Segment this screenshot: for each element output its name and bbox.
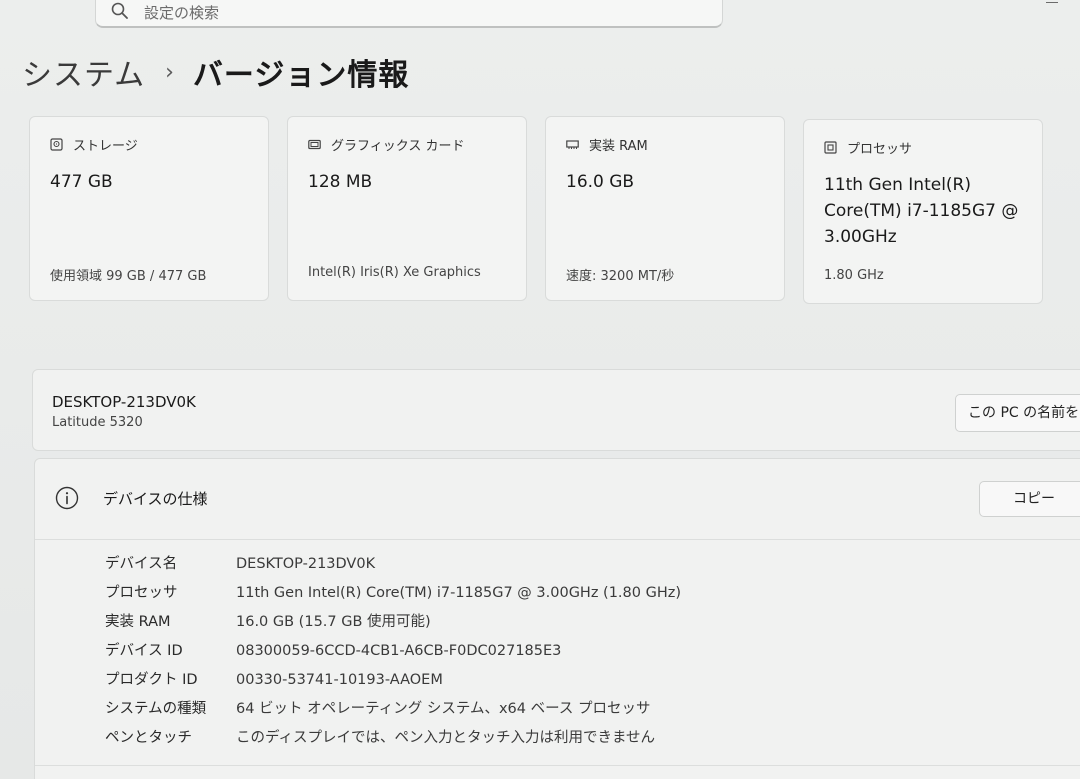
spec-label: システムの種類 bbox=[105, 701, 207, 717]
ram-value: 16.0 GB bbox=[566, 172, 635, 192]
storage-value: 477 GB bbox=[50, 172, 113, 192]
graphics-card: グラフィックス カード 128 MB Intel(R) Iris(R) Xe G… bbox=[287, 116, 527, 301]
breadcrumb-chevron-icon: › bbox=[165, 59, 175, 85]
spec-value: 08300059-6CCD-4CB1-A6CB-F0DC027185E3 bbox=[236, 643, 562, 659]
spec-row-system-type: システムの種類 64 ビット オペレーティング システム、x64 ベース プロセ… bbox=[105, 696, 651, 722]
search-icon bbox=[111, 2, 128, 19]
breadcrumb: システム › バージョン情報 bbox=[22, 50, 409, 94]
processor-value: 11th Gen Intel(R) Core(TM) i7-1185G7 @ 3… bbox=[824, 175, 1019, 247]
page-title: バージョン情報 bbox=[192, 58, 410, 93]
spec-value: 16.0 GB (15.7 GB 使用可能) bbox=[236, 614, 431, 630]
ram-speed: 速度: 3200 MT/秒 bbox=[566, 269, 675, 284]
storage-card: ストレージ 477 GB 使用領域 99 GB / 477 GB bbox=[29, 116, 269, 301]
device-name: DESKTOP-213DV0K bbox=[52, 393, 196, 411]
spec-value: 00330-53741-10193-AAOEM bbox=[236, 672, 443, 688]
ram-label: 実装 RAM bbox=[589, 139, 648, 154]
ram-icon bbox=[566, 140, 579, 149]
minimize-icon[interactable] bbox=[1046, 2, 1058, 3]
storage-icon bbox=[50, 138, 63, 151]
divider bbox=[35, 765, 1080, 766]
processor-card: プロセッサ 11th Gen Intel(R) Core(TM) i7-1185… bbox=[803, 119, 1043, 304]
spec-label: デバイス名 bbox=[105, 556, 178, 572]
graphics-card-icon bbox=[308, 139, 321, 150]
spec-label: プロダクト ID bbox=[105, 672, 198, 688]
graphics-model: Intel(R) Iris(R) Xe Graphics bbox=[308, 265, 481, 280]
device-specs-title: デバイスの仕様 bbox=[103, 490, 208, 508]
spec-row-ram: 実装 RAM 16.0 GB (15.7 GB 使用可能) bbox=[105, 609, 431, 635]
device-specs-panel: デバイスの仕様 コピー デバイス名 DESKTOP-213DV0K プロセッサ … bbox=[34, 458, 1080, 779]
spec-value: このディスプレイでは、ペン入力とタッチ入力は利用できません bbox=[236, 730, 656, 746]
ram-card: 実装 RAM 16.0 GB 速度: 3200 MT/秒 bbox=[545, 116, 785, 301]
spec-value: 64 ビット オペレーティング システム、x64 ベース プロセッサ bbox=[236, 701, 651, 717]
graphics-label: グラフィックス カード bbox=[331, 139, 465, 154]
spec-row-device-id: デバイス ID 08300059-6CCD-4CB1-A6CB-F0DC0271… bbox=[105, 638, 561, 664]
rename-pc-button[interactable]: この PC の名前を bbox=[955, 394, 1080, 432]
settings-about-page: 設定の検索 システム › バージョン情報 ストレージ 477 GB 使用領域 9… bbox=[0, 0, 1080, 779]
processor-icon bbox=[824, 141, 837, 154]
search-box[interactable]: 設定の検索 bbox=[95, 0, 723, 28]
storage-usage: 使用領域 99 GB / 477 GB bbox=[50, 269, 207, 284]
spec-label: デバイス ID bbox=[105, 643, 183, 659]
spec-label: 実装 RAM bbox=[105, 614, 171, 630]
storage-label: ストレージ bbox=[73, 139, 138, 154]
search-placeholder: 設定の検索 bbox=[144, 4, 220, 22]
processor-speed: 1.80 GHz bbox=[824, 268, 884, 283]
spec-label: プロセッサ bbox=[105, 585, 178, 601]
device-name-panel: DESKTOP-213DV0K Latitude 5320 この PC の名前を bbox=[32, 369, 1080, 451]
spec-value: 11th Gen Intel(R) Core(TM) i7-1185G7 @ 3… bbox=[236, 585, 682, 601]
spec-row-device-name: デバイス名 DESKTOP-213DV0K bbox=[105, 551, 375, 577]
processor-label: プロセッサ bbox=[847, 142, 913, 157]
breadcrumb-system[interactable]: システム bbox=[22, 50, 145, 94]
spec-row-product-id: プロダクト ID 00330-53741-10193-AAOEM bbox=[105, 667, 443, 693]
copy-button[interactable]: コピー bbox=[979, 481, 1080, 517]
graphics-value: 128 MB bbox=[308, 172, 373, 192]
spec-row-pen-touch: ペンとタッチ このディスプレイでは、ペン入力とタッチ入力は利用できません bbox=[105, 725, 655, 751]
device-specs-header[interactable]: デバイスの仕様 コピー bbox=[35, 459, 1080, 540]
spec-row-processor: プロセッサ 11th Gen Intel(R) Core(TM) i7-1185… bbox=[105, 580, 681, 606]
spec-value: DESKTOP-213DV0K bbox=[236, 556, 376, 572]
spec-label: ペンとタッチ bbox=[105, 730, 192, 746]
info-icon bbox=[55, 486, 79, 510]
device-model: Latitude 5320 bbox=[52, 415, 143, 430]
